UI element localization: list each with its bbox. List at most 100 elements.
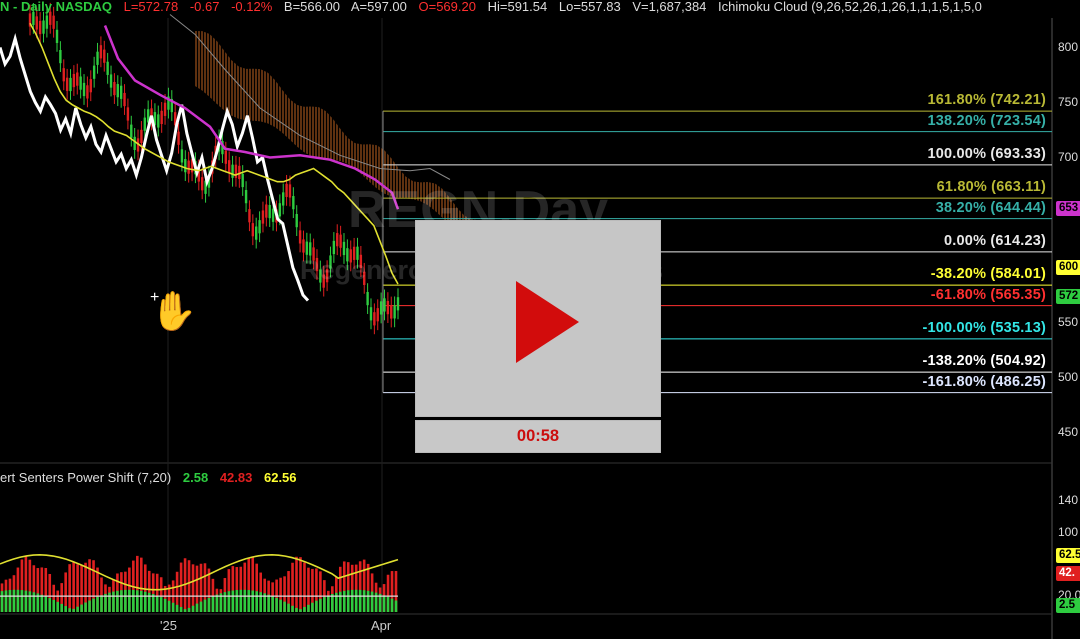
candle-body-11 [65, 77, 69, 91]
ind-bar-green-48 [191, 605, 195, 612]
candle-body-4 [42, 20, 45, 34]
ind-bar-red-76 [303, 562, 306, 612]
fib-label-9: -138.20% (504.92) [922, 353, 1046, 370]
bid-price: B=566.00 [283, 0, 340, 14]
ind-bar-green-68 [271, 596, 274, 612]
x-tick-2025: '25 [160, 618, 177, 633]
ind-bar-red-17 [68, 564, 71, 612]
ind-bar-green-87 [346, 590, 350, 612]
candle-body-18 [89, 79, 92, 93]
ind-bar-green-80 [319, 598, 322, 612]
ind-bar-green-79 [315, 600, 318, 612]
ind-bar-green-53 [211, 596, 215, 612]
candle-body-81 [302, 239, 305, 253]
candle-body-109 [396, 297, 400, 311]
ind-bar-green-49 [195, 603, 199, 612]
candle-body-63 [241, 173, 244, 188]
fib-label-1: 138.20% (723.54) [927, 112, 1046, 129]
candle-body-71 [268, 204, 271, 219]
ind-bar-green-6 [24, 590, 28, 612]
ind-bar-green-54 [215, 594, 219, 612]
ind-yellow-line [0, 554, 399, 591]
ind-bar-green-33 [132, 589, 135, 612]
ind-bar-green-45 [179, 606, 183, 612]
ind-bar-green-96 [382, 595, 386, 612]
price-badge-1: 600 [1056, 259, 1080, 275]
ind-bar-green-88 [350, 589, 354, 612]
ind-bar-green-22 [88, 600, 91, 612]
candle-body-69 [261, 210, 265, 224]
ind-bar-green-28 [112, 591, 115, 612]
fib-label-7: -61.80% (565.35) [930, 286, 1046, 303]
candle-body-93 [342, 241, 346, 256]
candle-body-31 [133, 136, 136, 150]
ind-bar-green-98 [390, 598, 394, 612]
candle-body-20 [96, 51, 99, 65]
ind-bar-green-65 [259, 592, 262, 612]
candle-body-45 [180, 149, 184, 163]
candle-body-2 [35, 16, 38, 30]
candle-body-75 [282, 192, 285, 206]
candle-body-108 [393, 305, 396, 319]
ind-bar-green-44 [175, 604, 179, 612]
candle-body-7 [52, 15, 55, 29]
ind-bar-green-13 [52, 599, 56, 612]
candle-body-23 [106, 61, 109, 75]
candle-body-12 [69, 77, 72, 92]
candle-body-105 [383, 298, 386, 312]
candle-body-72 [271, 208, 275, 222]
price-tick-6: 500 [1058, 369, 1079, 384]
price-tick-1: 750 [1058, 94, 1079, 109]
ind-bar-green-73 [291, 605, 294, 612]
candle-body-51 [200, 177, 204, 191]
price-badge-2: 572 [1056, 289, 1080, 305]
price-tick-0: 800 [1058, 39, 1079, 54]
ind-bar-green-36 [143, 591, 147, 612]
candle-body-66 [251, 223, 255, 237]
ind-bar-red-19 [76, 564, 79, 612]
video-play-button[interactable] [415, 220, 661, 417]
low-price: Lo=557.83 [558, 0, 621, 14]
ind-bar-green-58 [231, 590, 235, 612]
ind-bar-green-8 [32, 592, 36, 612]
candle-body-101 [369, 307, 373, 321]
x-tick-apr: Apr [371, 618, 392, 633]
candle-body-17 [86, 85, 89, 99]
candle-body-46 [184, 159, 187, 173]
candle-body-27 [119, 85, 123, 99]
ind-bar-green-85 [338, 591, 342, 612]
candle-body-90 [332, 240, 336, 255]
candle-body-16 [82, 82, 86, 97]
ind-bar-green-99 [394, 600, 398, 612]
volume: V=1,687,384 [632, 0, 707, 14]
ind-bar-green-23 [92, 598, 95, 612]
fib-label-6: -38.20% (584.01) [930, 266, 1046, 283]
ind-bar-green-2 [8, 590, 12, 612]
price-tick-7: 450 [1058, 424, 1079, 439]
candle-body-10 [62, 68, 65, 82]
ind-bar-green-57 [227, 591, 231, 612]
price-tick-2: 700 [1058, 149, 1079, 164]
ind-bar-green-47 [187, 607, 191, 612]
ind-bar-green-51 [203, 599, 207, 612]
ind-bar-green-17 [68, 608, 71, 612]
candle-body-8 [55, 29, 59, 43]
ind-bar-green-31 [124, 589, 127, 612]
ind-bar-red-74 [295, 556, 298, 612]
candle-body-77 [288, 184, 292, 198]
candle-body-44 [177, 131, 180, 145]
candle-body-64 [244, 190, 248, 204]
indicator-value-3: 62.56 [263, 470, 297, 485]
candle-body-9 [59, 49, 62, 64]
candle-body-79 [295, 213, 298, 228]
ind-bar-green-3 [12, 589, 16, 612]
last-price: L=572.78 [123, 0, 179, 14]
ind-bar-green-12 [48, 598, 52, 612]
study-name: Ichimoku Cloud (9,26,52,26,1,26,1,1,1,5,… [718, 0, 982, 14]
fib-label-3: 61.80% (663.11) [936, 179, 1046, 196]
ind-bar-green-89 [354, 589, 358, 612]
fib-label-4: 38.20% (644.44) [935, 199, 1046, 216]
ind-bar-green-18 [72, 608, 75, 612]
ind-bar-green-60 [239, 589, 243, 612]
ind-bar-green-21 [84, 602, 87, 612]
